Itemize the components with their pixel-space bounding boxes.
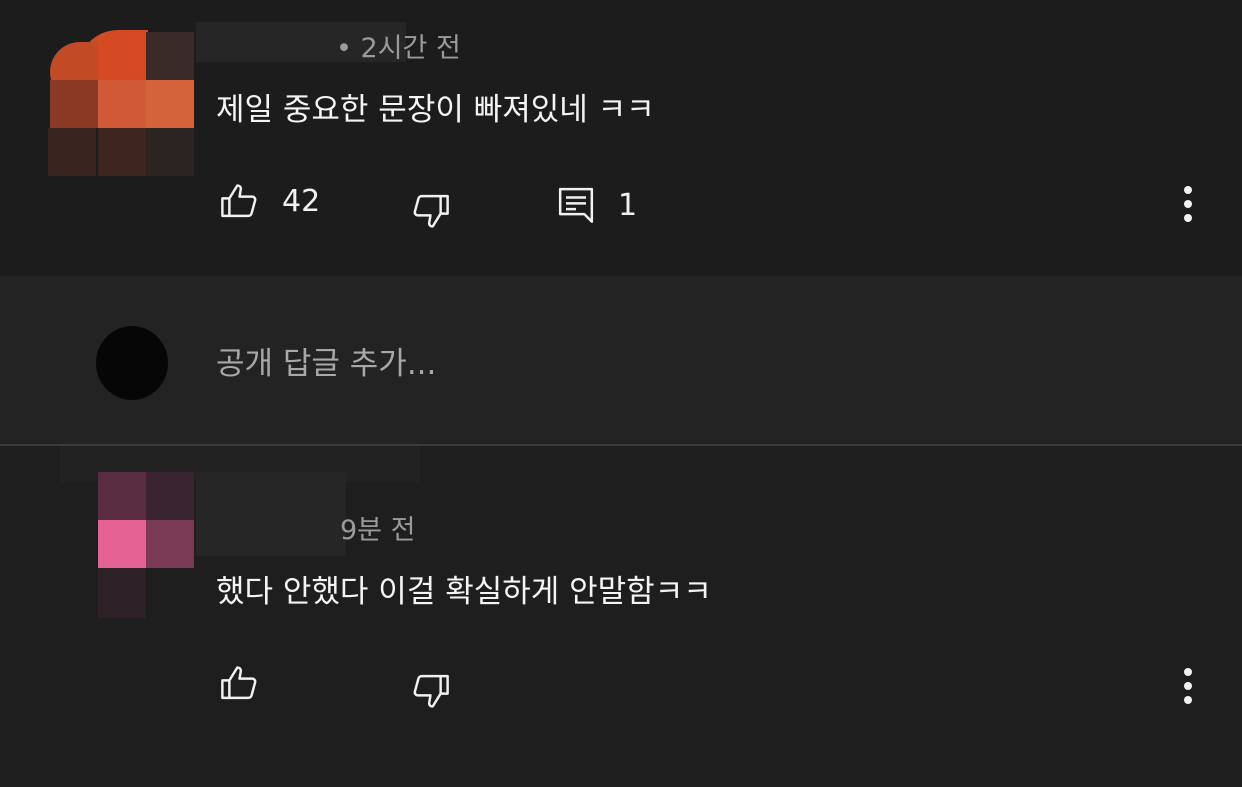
reply-input-bar[interactable]: 공개 답글 추가... xyxy=(0,276,1242,444)
reply-input-placeholder[interactable]: 공개 답글 추가... xyxy=(216,338,436,383)
thumbs-down-icon xyxy=(413,194,449,228)
thumbs-up-icon xyxy=(221,666,257,700)
avatar xyxy=(96,326,168,400)
comment-item: 9분 전 했다 안했다 이걸 확실하게 안말함ㅋㅋ xyxy=(0,446,1242,787)
avatar[interactable] xyxy=(98,472,198,622)
avatar[interactable] xyxy=(48,22,196,180)
dislike-button[interactable] xyxy=(410,190,452,232)
like-button[interactable] xyxy=(218,662,260,704)
dislike-button[interactable] xyxy=(410,670,452,712)
comment-text: 했다 안했다 이걸 확실하게 안말함ㅋㅋ xyxy=(216,574,712,610)
thumbs-down-icon xyxy=(413,674,449,708)
comment-text: 제일 중요한 문장이 빠져있네 ㅋㅋ xyxy=(216,92,655,128)
comment-time: 2시간 전 xyxy=(360,33,461,64)
comment-icon xyxy=(558,187,594,223)
comment-item: • 2시간 전 제일 중요한 문장이 빠져있네 ㅋㅋ 42 1 xyxy=(0,0,1242,276)
comment-time: 9분 전 xyxy=(340,515,416,546)
like-count: 42 xyxy=(282,183,321,219)
comment-meta: 9분 전 xyxy=(216,508,415,547)
reply-button[interactable]: 1 xyxy=(556,184,637,226)
more-vert-icon[interactable] xyxy=(1178,184,1198,224)
comment-meta: • 2시간 전 xyxy=(336,33,461,64)
reply-count: 1 xyxy=(618,187,638,223)
like-button[interactable]: 42 xyxy=(218,180,320,222)
thumbs-up-icon xyxy=(221,184,257,218)
more-vert-icon[interactable] xyxy=(1178,666,1198,706)
